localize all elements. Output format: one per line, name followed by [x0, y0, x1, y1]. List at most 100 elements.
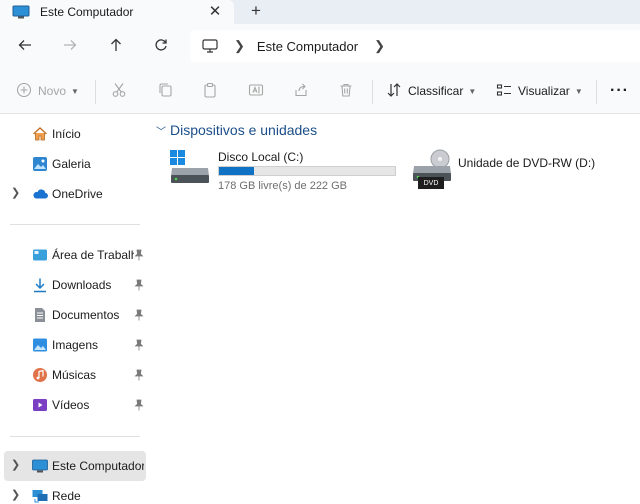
new-tab-button[interactable]: + — [244, 0, 268, 22]
plus-circle-icon — [16, 82, 32, 101]
sidebar-item-label: Início — [52, 127, 81, 141]
share-button[interactable] — [293, 79, 309, 103]
divider — [10, 436, 140, 437]
chevron-right-icon[interactable]: ❯ — [11, 488, 20, 501]
pin-icon[interactable] — [134, 369, 144, 381]
chevron-right-icon[interactable]: ❯ — [234, 38, 245, 54]
tab-title: Este Computador — [40, 5, 134, 19]
drive-name: Unidade de DVD-RW (D:) — [458, 156, 596, 170]
navigation-pane: Início Galeria ❯ OneDrive Área de Trabal… — [0, 114, 148, 504]
sidebar-item-label: Documentos — [52, 308, 120, 322]
pin-icon[interactable] — [134, 249, 144, 261]
cut-button[interactable] — [111, 79, 127, 103]
drive-name: Disco Local (C:) — [218, 150, 304, 164]
divider — [10, 224, 140, 225]
sidebar-item-este-computador[interactable]: ❯ Este Computador — [4, 451, 146, 481]
sidebar-item-label: Rede — [52, 489, 81, 503]
sidebar-item-downloads[interactable]: Downloads — [0, 270, 148, 300]
delete-button[interactable] — [338, 79, 354, 103]
drive-tile-c[interactable]: Disco Local (C:) 178 GB livre(s) de 222 … — [168, 148, 398, 196]
sidebar-item-label: Músicas — [52, 368, 97, 382]
dvd-badge: DVD — [418, 177, 444, 189]
clipboard-icon — [202, 82, 218, 101]
view-list-icon — [496, 82, 512, 101]
sidebar-item-imagens[interactable]: Imagens — [0, 330, 148, 360]
network-icon — [32, 488, 48, 504]
address-bar[interactable]: ❯ Este Computador ❯ — [190, 30, 640, 62]
sidebar-item-documentos[interactable]: Documentos — [0, 300, 148, 330]
tab-bar: Este Computador ✕ + — [0, 0, 640, 24]
chevron-right-icon[interactable]: ❯ — [11, 186, 20, 199]
sidebar-item-label: Downloads — [52, 278, 112, 292]
sidebar-item-label: OneDrive — [52, 187, 103, 201]
back-button[interactable] — [13, 34, 37, 58]
view-label: Visualizar — [518, 84, 570, 98]
sidebar-item-onedrive[interactable]: ❯ OneDrive — [0, 179, 148, 209]
separator — [95, 80, 96, 104]
chevron-right-icon[interactable]: ❯ — [11, 458, 20, 471]
rename-button[interactable] — [248, 79, 264, 103]
command-bar: Novo ▼ Classificar ▼ Visualizar ▼ ··· — [0, 68, 640, 114]
refresh-icon — [154, 38, 168, 55]
chevron-down-icon: ﹀ — [156, 126, 166, 138]
pin-icon[interactable] — [134, 279, 144, 291]
new-button[interactable]: Novo ▼ — [16, 79, 79, 103]
arrow-right-icon — [63, 38, 77, 55]
dvd-drive-icon: DVD — [410, 148, 452, 190]
group-header[interactable]: ﹀ Dispositivos e unidades — [156, 122, 317, 138]
sidebar-item-galeria[interactable]: Galeria — [0, 149, 148, 179]
share-icon — [293, 82, 309, 101]
gallery-icon — [32, 156, 48, 172]
sidebar-item-videos[interactable]: Vídeos — [0, 390, 148, 420]
music-icon — [32, 367, 48, 383]
monitor-icon — [202, 39, 218, 53]
trash-icon — [338, 82, 354, 101]
home-icon — [32, 126, 48, 142]
sidebar-item-label: Imagens — [52, 338, 99, 352]
copy-button[interactable] — [157, 79, 173, 103]
sidebar-item-area-de-trabalho[interactable]: Área de Trabalho — [0, 240, 148, 270]
sidebar-item-rede[interactable]: ❯ Rede — [0, 481, 148, 504]
storage-usage-bar — [218, 166, 396, 176]
sort-button[interactable]: Classificar ▼ — [386, 79, 476, 103]
refresh-button[interactable] — [149, 34, 173, 58]
pin-icon[interactable] — [134, 399, 144, 411]
sidebar-item-label: Área de Trabalho — [52, 248, 134, 262]
scissors-icon — [111, 82, 127, 101]
breadcrumb-este-computador[interactable]: Este Computador — [257, 39, 358, 54]
storage-usage-fill — [219, 167, 255, 175]
sidebar-item-label: Galeria — [52, 157, 91, 171]
document-icon — [32, 307, 48, 323]
computer-icon — [32, 458, 48, 474]
group-title: Dispositivos e unidades — [170, 122, 318, 138]
chevron-right-icon[interactable]: ❯ — [374, 38, 385, 54]
rename-icon — [248, 82, 264, 101]
separator — [372, 80, 373, 104]
sidebar-item-label: Este Computador — [52, 459, 144, 473]
sidebar-item-inicio[interactable]: Início — [0, 119, 148, 149]
arrow-up-icon — [109, 38, 123, 55]
paste-button[interactable] — [202, 79, 218, 103]
cloud-icon — [32, 186, 48, 202]
tab-este-computador[interactable]: Este Computador ✕ — [0, 0, 234, 24]
up-button[interactable] — [104, 34, 128, 58]
desktop-icon — [32, 247, 48, 263]
copy-icon — [157, 82, 173, 101]
sidebar-item-label: Vídeos — [52, 398, 90, 412]
pin-icon[interactable] — [134, 339, 144, 351]
computer-icon — [12, 5, 30, 19]
close-icon[interactable]: ✕ — [204, 0, 226, 22]
sort-label: Classificar — [408, 84, 464, 98]
pin-icon[interactable] — [134, 309, 144, 321]
download-icon — [32, 277, 48, 293]
content-pane: ﹀ Dispositivos e unidades Disco Local (C… — [148, 114, 640, 504]
sidebar-item-musicas[interactable]: Músicas — [0, 360, 148, 390]
drive-tile-d[interactable]: DVD Unidade de DVD-RW (D:) — [410, 148, 610, 192]
chevron-down-icon: ▼ — [71, 86, 79, 96]
forward-button[interactable] — [58, 34, 82, 58]
sort-icon — [386, 82, 402, 101]
view-button[interactable]: Visualizar ▼ — [496, 79, 583, 103]
more-options-button[interactable]: ··· — [610, 79, 629, 103]
video-icon — [32, 397, 48, 413]
separator — [596, 80, 597, 104]
